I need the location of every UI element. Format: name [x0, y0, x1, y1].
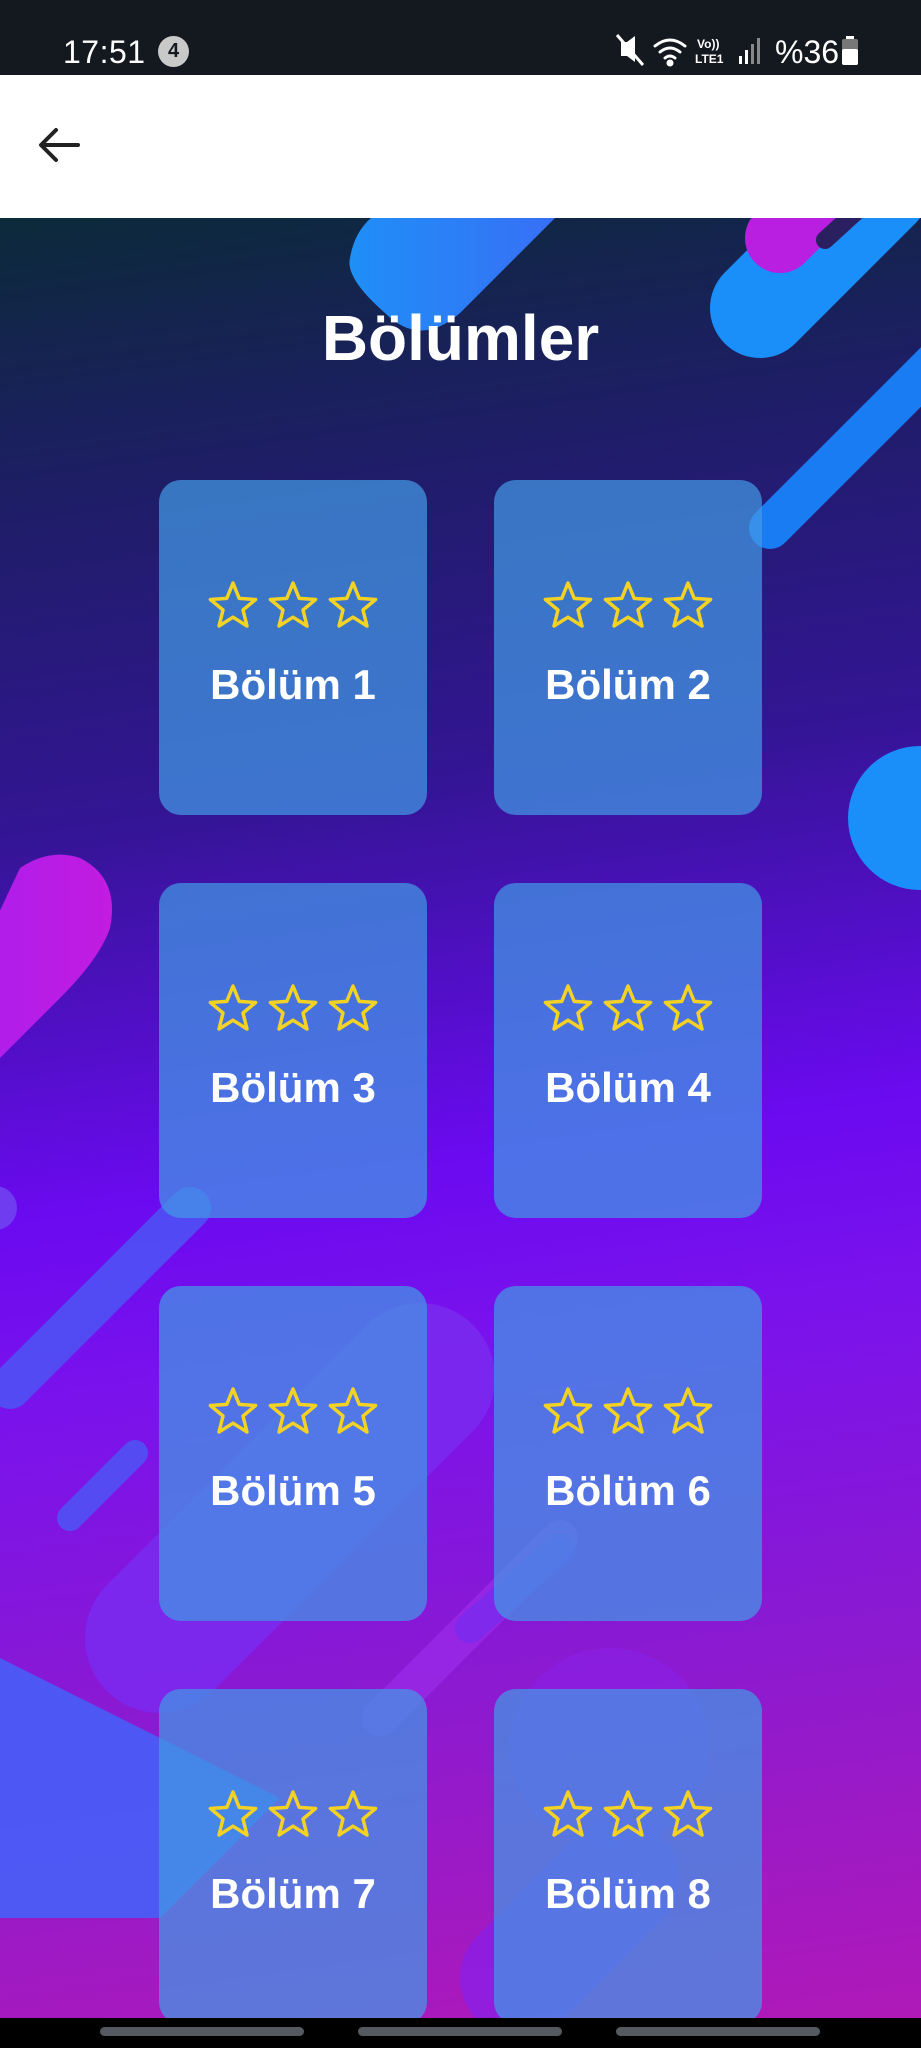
page-title: Bölümler: [321, 302, 600, 374]
star-icon: [328, 1387, 378, 1434]
mute-icon: [615, 34, 645, 66]
star-icon: [543, 984, 593, 1031]
star-icon: [543, 581, 593, 628]
app-bar: [0, 75, 921, 218]
battery-icon: [842, 36, 858, 65]
levels-screen: Bölümler Bölüm 1 Bölüm 2 Bölüm 3 Bölüm 4…: [0, 218, 921, 2018]
level-label: Bölüm 6: [545, 1467, 711, 1514]
level-card-3[interactable]: Bölüm 3: [159, 883, 427, 1218]
star-icon: [268, 581, 318, 628]
nav-recents-button[interactable]: [100, 2027, 304, 2036]
arrow-left-icon: [39, 128, 80, 162]
star-rating: [208, 984, 378, 1031]
level-card-6[interactable]: Bölüm 6: [494, 1286, 762, 1621]
battery-percent: %36: [775, 34, 840, 70]
star-rating: [543, 1790, 713, 1837]
star-icon: [268, 984, 318, 1031]
level-card-8[interactable]: Bölüm 8: [494, 1689, 762, 2018]
star-icon: [208, 1790, 258, 1837]
star-rating: [208, 1790, 378, 1837]
star-icon: [328, 581, 378, 628]
signal-icon: [739, 38, 760, 64]
wifi-icon: [653, 38, 687, 67]
star-icon: [663, 581, 713, 628]
star-icon: [543, 1790, 593, 1837]
star-rating: [543, 984, 713, 1031]
star-icon: [663, 1790, 713, 1837]
star-icon: [603, 1790, 653, 1837]
level-label: Bölüm 2: [545, 661, 711, 708]
level-card-4[interactable]: Bölüm 4: [494, 883, 762, 1218]
level-label: Bölüm 1: [210, 661, 376, 708]
star-icon: [328, 984, 378, 1031]
level-card-5[interactable]: Bölüm 5: [159, 1286, 427, 1621]
star-icon: [663, 984, 713, 1031]
level-card-2[interactable]: Bölüm 2: [494, 480, 762, 815]
back-button[interactable]: [28, 115, 88, 175]
background-decoration: [0, 218, 921, 2018]
level-label: Bölüm 8: [545, 1870, 711, 1917]
level-label: Bölüm 7: [210, 1870, 376, 1917]
level-card-1[interactable]: Bölüm 1: [159, 480, 427, 815]
star-rating: [543, 581, 713, 628]
star-icon: [603, 984, 653, 1031]
system-nav-bar: [0, 2018, 921, 2048]
star-icon: [268, 1790, 318, 1837]
star-rating: [208, 1387, 378, 1434]
level-label: Bölüm 3: [210, 1064, 376, 1111]
star-icon: [603, 581, 653, 628]
star-icon: [328, 1790, 378, 1837]
star-icon: [663, 1387, 713, 1434]
notification-count-badge: 4: [158, 36, 189, 67]
star-icon: [603, 1387, 653, 1434]
status-icons: Vo)) LTE1: [615, 34, 760, 67]
level-card-7[interactable]: Bölüm 7: [159, 1689, 427, 2018]
star-rating: [543, 1387, 713, 1434]
network-label-top: Vo)): [697, 37, 719, 51]
star-icon: [268, 1387, 318, 1434]
network-label-bottom: LTE1: [695, 52, 724, 66]
status-bar: 17:51 4 Vo)) LTE1 %36: [0, 0, 921, 75]
star-icon: [208, 984, 258, 1031]
nav-back-button[interactable]: [616, 2027, 820, 2036]
star-icon: [543, 1387, 593, 1434]
star-icon: [208, 581, 258, 628]
status-time: 17:51: [63, 34, 146, 70]
nav-home-button[interactable]: [358, 2027, 562, 2036]
level-label: Bölüm 4: [545, 1064, 711, 1111]
star-icon: [208, 1387, 258, 1434]
star-rating: [208, 581, 378, 628]
level-label: Bölüm 5: [210, 1467, 376, 1514]
